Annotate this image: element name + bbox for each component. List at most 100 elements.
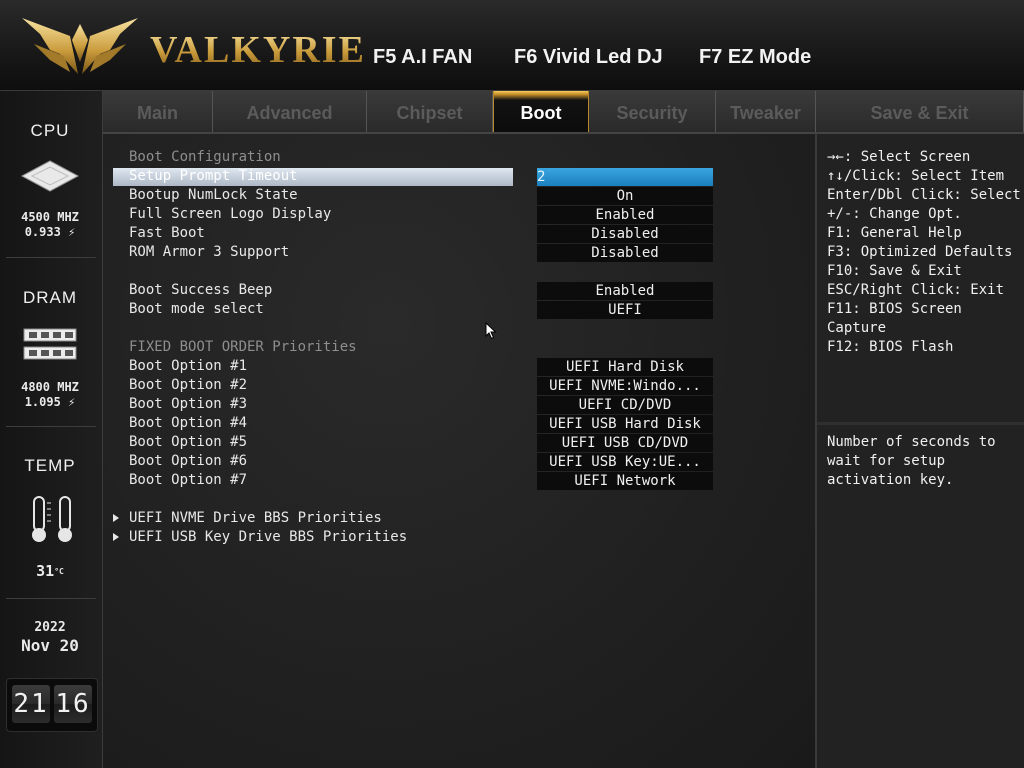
menu-tabs: Main Advanced Chipset Boot Security Twea…: [103, 91, 1024, 134]
help-panel: →←: Select Screen ↑↓/Click: Select Item …: [815, 134, 1024, 768]
submenu-usb-key-bbs-priorities[interactable]: UEFI USB Key Drive BBS Priorities: [103, 528, 815, 547]
setting-label: Boot Option #6: [129, 453, 248, 469]
setting-row-logo-display[interactable]: Full Screen Logo Display Enabled: [103, 205, 815, 224]
setting-label: Setup Prompt Timeout: [129, 168, 298, 184]
help-key-line: F11: BIOS Screen: [827, 301, 962, 317]
item-help-line: wait for setup: [827, 453, 946, 469]
setting-label: Boot Option #7: [129, 472, 248, 488]
setting-row-boot-option-5[interactable]: Boot Option #5 UEFI USB CD/DVD: [103, 433, 815, 452]
setting-row-boot-option-6[interactable]: Boot Option #6 UEFI USB Key:UE...: [103, 452, 815, 471]
date-month-day: Nov 20: [21, 636, 79, 655]
setting-row-boot-option-1[interactable]: Boot Option #1 UEFI Hard Disk: [103, 357, 815, 376]
submenu-label: UEFI NVME Drive BBS Priorities: [129, 510, 382, 526]
help-key-line: F12: BIOS Flash: [827, 339, 954, 355]
tab-tweaker[interactable]: Tweaker: [716, 91, 816, 132]
tab-main[interactable]: Main: [103, 91, 213, 132]
boot-option-3-value[interactable]: UEFI CD/DVD: [537, 396, 713, 414]
brand-name: VALKYRIE: [150, 29, 366, 71]
dram-frequency: 4800 MHZ: [21, 380, 79, 394]
cpu-title: CPU: [30, 121, 70, 140]
setting-label: Boot Option #2: [129, 377, 248, 393]
temperature-value: 31°C: [36, 562, 64, 580]
tab-save-exit[interactable]: Save & Exit: [816, 91, 1024, 132]
setting-row-boot-mode[interactable]: Boot mode select UEFI: [103, 300, 815, 319]
submenu-nvme-bbs-priorities[interactable]: UEFI NVME Drive BBS Priorities: [103, 509, 815, 528]
tab-chipset[interactable]: Chipset: [367, 91, 493, 132]
setting-label: Boot Option #1: [129, 358, 248, 374]
boot-option-6-value[interactable]: UEFI USB Key:UE...: [537, 453, 713, 471]
section-title: Boot Configuration: [129, 149, 281, 165]
boot-beep-value[interactable]: Enabled: [537, 282, 713, 300]
setting-row-boot-option-2[interactable]: Boot Option #2 UEFI NVME:Windo...: [103, 376, 815, 395]
help-key-line: Capture: [827, 320, 887, 336]
sidebar-divider: [6, 426, 96, 427]
sidebar-divider: [6, 598, 96, 599]
voltage-bolt-icon: ⚡: [68, 395, 76, 409]
cpu-chip-icon: [20, 160, 80, 192]
setting-label: Fast Boot: [129, 225, 205, 241]
item-help-line: activation key.: [827, 472, 954, 488]
item-help-line: Number of seconds to: [827, 434, 996, 450]
boot-option-5-value[interactable]: UEFI USB CD/DVD: [537, 434, 713, 452]
top-header: VALKYRIE F5 A.I FAN F6 Vivid Led DJ F7 E…: [0, 0, 1024, 91]
boot-settings-panel: Boot Configuration Setup Prompt Timeout …: [103, 134, 815, 768]
valkyrie-wing-logo-icon: [22, 18, 138, 74]
dram-title: DRAM: [22, 288, 78, 307]
help-key-line: +/-: Change Opt.: [827, 206, 962, 222]
clock: 21 16: [6, 678, 98, 732]
clock-hours: 21: [12, 685, 50, 723]
setting-label: ROM Armor 3 Support: [129, 244, 290, 260]
logo-display-value[interactable]: Enabled: [537, 206, 713, 224]
help-key-line: Enter/Dbl Click: Select: [827, 187, 1021, 203]
setting-row-boot-option-3[interactable]: Boot Option #3 UEFI CD/DVD: [103, 395, 815, 414]
boot-option-4-value[interactable]: UEFI USB Hard Disk: [537, 415, 713, 433]
cpu-voltage: 0.933 ⚡: [24, 225, 76, 239]
setting-row-fast-boot[interactable]: Fast Boot Disabled: [103, 224, 815, 243]
boot-option-7-value[interactable]: UEFI Network: [537, 472, 713, 490]
setting-row-numlock[interactable]: Bootup NumLock State On: [103, 186, 815, 205]
date-year: 2022: [34, 620, 66, 635]
setting-label: Boot Success Beep: [129, 282, 273, 298]
boot-mode-value[interactable]: UEFI: [537, 301, 713, 319]
clock-minutes: 16: [54, 685, 92, 723]
vivid-led-dj-button[interactable]: F6 Vivid Led DJ: [514, 42, 663, 72]
fast-boot-value[interactable]: Disabled: [537, 225, 713, 243]
submenu-arrow-icon: [113, 514, 119, 522]
help-key-line: F3: Optimized Defaults: [827, 244, 1013, 260]
setting-row-boot-option-7[interactable]: Boot Option #7 UEFI Network: [103, 471, 815, 490]
submenu-arrow-icon: [113, 533, 119, 541]
rom-armor-value[interactable]: Disabled: [537, 244, 713, 262]
setting-row-boot-beep[interactable]: Boot Success Beep Enabled: [103, 281, 815, 300]
setting-row-rom-armor[interactable]: ROM Armor 3 Support Disabled: [103, 243, 815, 262]
sidebar-divider: [6, 257, 96, 258]
help-key-line: ESC/Right Click: Exit: [827, 282, 1005, 298]
setting-label: Boot Option #5: [129, 434, 248, 450]
submenu-label: UEFI USB Key Drive BBS Priorities: [129, 529, 408, 545]
section-title: FIXED BOOT ORDER Priorities: [129, 339, 357, 355]
numlock-value[interactable]: On: [537, 187, 713, 205]
help-key-line: →←: Select Screen: [827, 149, 971, 165]
temp-title: TEMP: [24, 456, 76, 475]
setting-label: Bootup NumLock State: [129, 187, 298, 203]
section-header: Boot Configuration: [103, 148, 815, 167]
boot-option-1-value[interactable]: UEFI Hard Disk: [537, 358, 713, 376]
mouse-pointer-icon: [485, 322, 497, 340]
setting-row-setup-prompt-timeout[interactable]: Setup Prompt Timeout 2: [103, 167, 815, 186]
ez-mode-button[interactable]: F7 EZ Mode: [699, 42, 811, 72]
help-key-line: F10: Save & Exit: [827, 263, 962, 279]
thermometer-icon: [32, 496, 72, 542]
tab-security[interactable]: Security: [589, 91, 716, 132]
system-status-sidebar: CPU 4500 MHZ 0.933 ⚡ DRAM 4800 MHZ 1.095…: [0, 91, 103, 768]
boot-option-2-value[interactable]: UEFI NVME:Windo...: [537, 377, 713, 395]
section-header: FIXED BOOT ORDER Priorities: [103, 338, 815, 357]
setting-row-boot-option-4[interactable]: Boot Option #4 UEFI USB Hard Disk: [103, 414, 815, 433]
dram-module-icon: [23, 328, 77, 360]
tab-advanced[interactable]: Advanced: [213, 91, 367, 132]
setting-label: Boot mode select: [129, 301, 264, 317]
ai-fan-button[interactable]: F5 A.I FAN: [373, 42, 472, 72]
setup-timeout-input[interactable]: 2: [537, 168, 713, 186]
setting-label: Boot Option #4: [129, 415, 248, 431]
dram-voltage: 1.095 ⚡: [24, 395, 76, 409]
setting-label: Boot Option #3: [129, 396, 248, 412]
tab-boot[interactable]: Boot: [493, 91, 589, 132]
